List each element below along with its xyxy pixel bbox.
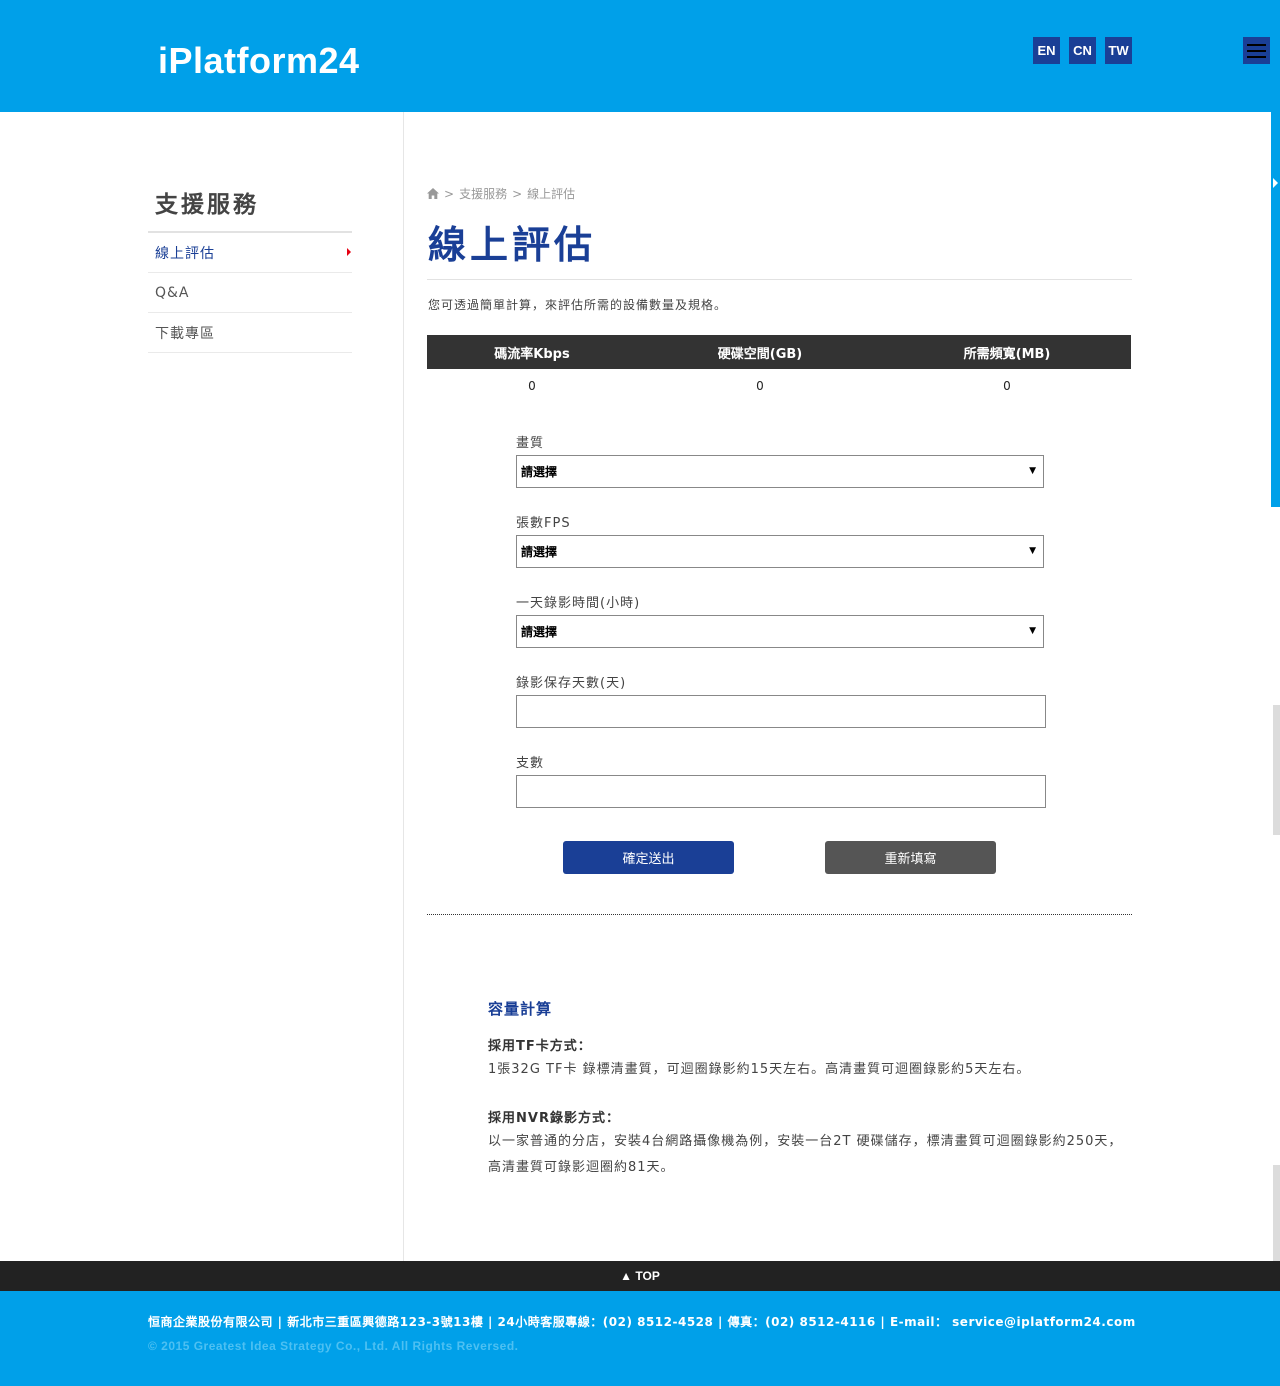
fps-select-value: 請選擇 [521,545,558,559]
breadcrumb: > 支援服務 > 線上評估 [427,185,575,202]
lang-cn-button[interactable]: CN [1069,37,1096,64]
site-header: iPlatform24 EN CN TW [0,0,1280,112]
back-to-top-button[interactable]: ▲ TOP [0,1261,1280,1291]
days-input[interactable] [516,695,1046,728]
value-disk-space: 0 [756,379,764,393]
tf-text: 1張32G TF卡 錄標清畫質，可迴圈錄影約15天左右。高清畫質可迴圈錄影約5天… [488,1062,1031,1077]
quality-label: 畫質 [516,436,545,451]
lang-tw-button[interactable]: TW [1105,37,1132,64]
header-bandwidth: 所需頻寬(MB) [963,346,1051,362]
fps-select[interactable]: 請選擇 ▼ [516,535,1044,568]
fps-label: 張數FPS [516,516,571,531]
header-disk-space: 硬碟空間(GB) [717,346,803,362]
sidebar-item-downloads[interactable]: 下載專區 [148,313,352,353]
tf-heading: 採用TF卡方式： [488,1039,592,1054]
hamburger-menu-icon[interactable] [1243,37,1270,64]
side-panel-arrow-icon [1273,178,1278,188]
footer-company-info: 恒商企業股份有限公司 | 新北市三重區興德路123-3號13樓 | 24小時客服… [148,1315,1136,1329]
hours-select[interactable]: 請選擇 ▼ [516,615,1044,648]
triangle-down-icon: ▼ [1029,466,1036,476]
sidebar-item-label: 下載專區 [155,325,215,342]
results-value-row: 0 0 0 [427,369,1131,403]
breadcrumb-separator: > [512,186,523,201]
scrollbar-thumb[interactable] [1273,705,1280,835]
sidebar-item-label: Q&A [155,284,190,301]
count-label: 支數 [516,756,545,771]
sidebar-item-online-assessment[interactable]: 線上評估 [148,233,352,273]
hours-label: 一天錄影時間(小時) [516,596,641,611]
results-header-row: 碼流率Kbps 硬碟空間(GB) 所需頻寬(MB) [427,335,1131,369]
sidebar-item-label: 線上評估 [155,245,215,262]
section-divider [427,914,1132,915]
sidebar-item-qa[interactable]: Q&A [148,273,352,313]
lang-en-button[interactable]: EN [1033,37,1060,64]
triangle-down-icon: ▼ [1029,546,1036,556]
hours-select-value: 請選擇 [521,625,558,639]
site-logo[interactable]: iPlatform24 [158,40,360,82]
caret-right-icon [347,248,351,256]
triangle-down-icon: ▼ [1029,626,1036,636]
side-panel-tab[interactable] [1271,112,1280,507]
submit-button[interactable]: 確定送出 [563,841,734,874]
reset-button[interactable]: 重新填寫 [825,841,996,874]
sidebar-title: 支援服務 [155,192,259,218]
home-icon[interactable] [427,188,439,199]
site-footer: 恒商企業股份有限公司 | 新北市三重區興德路123-3號13樓 | 24小時客服… [0,1291,1280,1386]
capacity-title: 容量計算 [488,1000,553,1018]
header-bitrate: 碼流率Kbps [494,346,570,362]
quality-select[interactable]: 請選擇 ▼ [516,455,1044,488]
days-label: 錄影保存天數(天) [516,676,627,691]
breadcrumb-current[interactable]: 線上評估 [527,185,575,202]
results-table: 碼流率Kbps 硬碟空間(GB) 所需頻寬(MB) 0 0 0 [427,335,1131,403]
value-bitrate: 0 [528,379,536,393]
breadcrumb-separator: > [444,186,455,201]
nvr-heading: 採用NVR錄影方式： [488,1111,620,1126]
nvr-text: 以一家普通的分店，安裝4台網路攝像機為例，安裝一台2T 硬碟儲存，標清畫質可迴圈… [488,1134,1123,1175]
count-input[interactable] [516,775,1046,808]
title-divider [427,279,1132,280]
column-divider [403,112,404,1261]
breadcrumb-support[interactable]: 支援服務 [459,185,507,202]
intro-text: 您可透過簡單計算，來評估所需的設備數量及規格。 [428,298,728,312]
page-title: 線上評估 [428,223,597,267]
value-bandwidth: 0 [1003,379,1011,393]
footer-copyright: © 2015 Greatest Idea Strategy Co., Ltd. … [148,1339,519,1353]
quality-select-value: 請選擇 [521,465,558,479]
